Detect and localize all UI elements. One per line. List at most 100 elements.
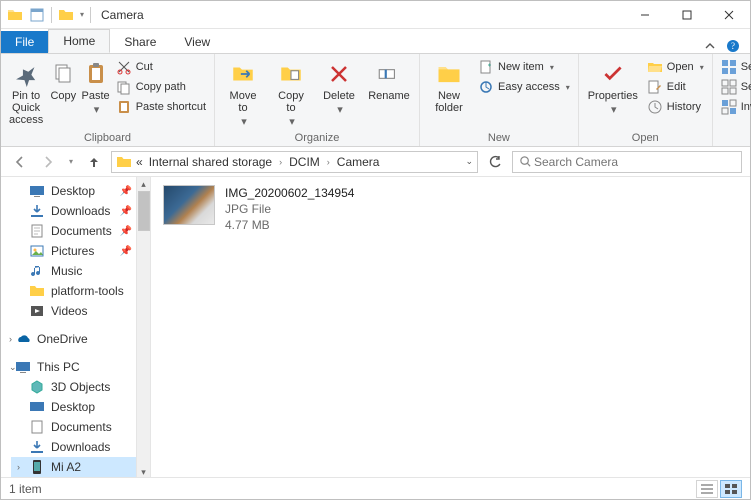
- back-button[interactable]: [9, 151, 31, 173]
- group-label-select: Select: [719, 132, 751, 146]
- file-size: 4.77 MB: [225, 217, 354, 233]
- window-controls: [624, 1, 750, 29]
- status-bar: 1 item: [1, 477, 750, 499]
- nav-downloads-2[interactable]: Downloads: [11, 437, 150, 457]
- navigation-pane: Desktop📌 Downloads📌 Documents📌 Pictures📌…: [1, 177, 151, 479]
- breadcrumb-item[interactable]: Camera: [335, 155, 382, 169]
- copy-to-button[interactable]: Copy to▾: [269, 56, 313, 128]
- nav-downloads[interactable]: Downloads📌: [11, 201, 150, 221]
- forward-button[interactable]: [37, 151, 59, 173]
- delete-button[interactable]: Delete▾: [317, 56, 361, 116]
- address-bar[interactable]: « Internal shared storage› DCIM› Camera …: [111, 151, 478, 173]
- cut-button[interactable]: Cut: [114, 58, 208, 76]
- app-icon: [7, 7, 23, 23]
- file-type: JPG File: [225, 201, 354, 217]
- help-icon[interactable]: ?: [726, 39, 740, 53]
- open-button[interactable]: Open▾: [645, 58, 706, 76]
- close-button[interactable]: [708, 1, 750, 29]
- content-pane[interactable]: IMG_20200602_134954 JPG File 4.77 MB: [151, 177, 750, 479]
- copy-label: Copy: [50, 90, 76, 102]
- paste-button[interactable]: Paste ▾: [81, 56, 109, 116]
- search-box[interactable]: [512, 151, 742, 173]
- file-item[interactable]: IMG_20200602_134954 JPG File 4.77 MB: [163, 185, 738, 234]
- tab-home[interactable]: Home: [48, 29, 110, 53]
- location-folder-icon: [116, 154, 132, 170]
- nav-videos[interactable]: Videos: [11, 301, 150, 321]
- svg-text:?: ?: [731, 41, 735, 51]
- ribbon: Pin to Quick access Copy Paste ▾ Cut Cop…: [1, 53, 750, 147]
- group-new: New folder New item▾ Easy access▾ New: [420, 54, 579, 146]
- properties-qat-icon[interactable]: [29, 7, 45, 23]
- tiles-view-button[interactable]: [720, 480, 742, 498]
- nav-documents-2[interactable]: Documents: [11, 417, 150, 437]
- minimize-button[interactable]: [624, 1, 666, 29]
- nav-scrollbar[interactable]: ▴ ▾: [136, 177, 150, 479]
- up-button[interactable]: [83, 151, 105, 173]
- folder-qat-icon[interactable]: [58, 7, 74, 23]
- select-all-button[interactable]: Select all: [719, 58, 751, 76]
- main-area: Desktop📌 Downloads📌 Documents📌 Pictures📌…: [1, 177, 750, 479]
- tab-view[interactable]: View: [170, 31, 224, 53]
- properties-button[interactable]: Properties▾: [585, 56, 641, 116]
- details-view-button[interactable]: [696, 480, 718, 498]
- ribbon-tabs: File Home Share View ?: [1, 29, 750, 53]
- separator: [90, 7, 91, 23]
- nav-desktop[interactable]: Desktop📌: [11, 181, 150, 201]
- group-open: Properties▾ Open▾ Edit History Open: [579, 54, 713, 146]
- group-label-new: New: [426, 132, 572, 146]
- item-count: 1 item: [9, 482, 42, 496]
- nav-mi-a2[interactable]: ›Mi A2: [11, 457, 150, 477]
- copy-path-button[interactable]: Copy path: [114, 78, 208, 96]
- separator: [51, 7, 52, 23]
- select-none-button[interactable]: Select none: [719, 78, 751, 96]
- edit-button[interactable]: Edit: [645, 78, 706, 96]
- address-row: ▾ « Internal shared storage› DCIM› Camer…: [1, 147, 750, 177]
- tab-share[interactable]: Share: [110, 31, 170, 53]
- paste-label: Paste: [81, 90, 109, 102]
- nav-3d-objects[interactable]: 3D Objects: [11, 377, 150, 397]
- easy-access-button[interactable]: Easy access▾: [476, 78, 572, 96]
- group-label-clipboard: Clipboard: [7, 132, 208, 146]
- breadcrumb-item[interactable]: Internal shared storage: [147, 155, 274, 169]
- new-folder-button[interactable]: New folder: [426, 56, 472, 114]
- history-button[interactable]: History: [645, 98, 706, 116]
- maximize-button[interactable]: [666, 1, 708, 29]
- search-icon: [519, 155, 532, 168]
- move-to-button[interactable]: Move to▾: [221, 56, 265, 128]
- copy-button[interactable]: Copy: [49, 56, 77, 102]
- nav-this-pc[interactable]: ⌄This PC: [11, 357, 150, 377]
- rename-button[interactable]: Rename: [365, 56, 413, 102]
- pin-to-quick-access-button[interactable]: Pin to Quick access: [7, 56, 45, 126]
- tab-file[interactable]: File: [1, 31, 48, 53]
- search-input[interactable]: [532, 154, 735, 170]
- nav-music[interactable]: Music: [11, 261, 150, 281]
- refresh-button[interactable]: [484, 151, 506, 173]
- group-organize: Move to▾ Copy to▾ Delete▾ Rename Organiz…: [215, 54, 420, 146]
- paste-shortcut-button[interactable]: Paste shortcut: [114, 98, 208, 116]
- window-title: Camera: [101, 8, 144, 22]
- breadcrumb-item[interactable]: DCIM: [287, 155, 322, 169]
- nav-onedrive[interactable]: ›OneDrive: [11, 329, 150, 349]
- nav-pictures[interactable]: Pictures📌: [11, 241, 150, 261]
- group-select: Select all Select none Invert selection …: [713, 54, 751, 146]
- quick-access-toolbar: ▾: [1, 7, 97, 23]
- file-thumbnail: [163, 185, 215, 225]
- pin-label: Pin to Quick access: [7, 90, 45, 126]
- new-item-button[interactable]: New item▾: [476, 58, 572, 76]
- nav-desktop-2[interactable]: Desktop: [11, 397, 150, 417]
- breadcrumb-ellipsis[interactable]: «: [134, 155, 145, 169]
- invert-selection-button[interactable]: Invert selection: [719, 98, 751, 116]
- address-dropdown[interactable]: ⌄: [465, 156, 473, 167]
- nav-documents[interactable]: Documents📌: [11, 221, 150, 241]
- group-label-open: Open: [585, 132, 706, 146]
- collapse-ribbon-icon[interactable]: [704, 40, 716, 52]
- group-clipboard: Pin to Quick access Copy Paste ▾ Cut Cop…: [1, 54, 215, 146]
- file-name: IMG_20200602_134954: [225, 185, 354, 201]
- scroll-up-icon[interactable]: ▴: [137, 177, 150, 191]
- qat-dropdown[interactable]: ▾: [80, 10, 84, 19]
- title-bar: ▾ Camera: [1, 1, 750, 29]
- nav-platform-tools[interactable]: platform-tools: [11, 281, 150, 301]
- recent-locations-button[interactable]: ▾: [65, 151, 77, 173]
- scroll-thumb[interactable]: [138, 191, 150, 231]
- group-label-organize: Organize: [221, 132, 413, 146]
